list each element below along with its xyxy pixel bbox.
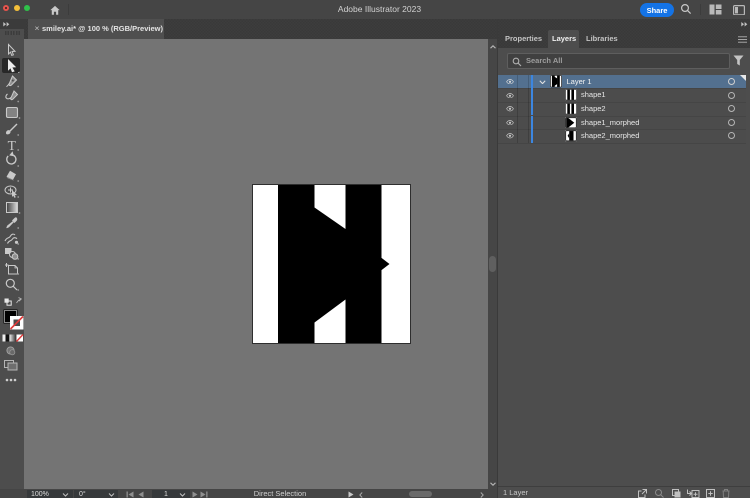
svg-text:T: T [8,138,17,153]
